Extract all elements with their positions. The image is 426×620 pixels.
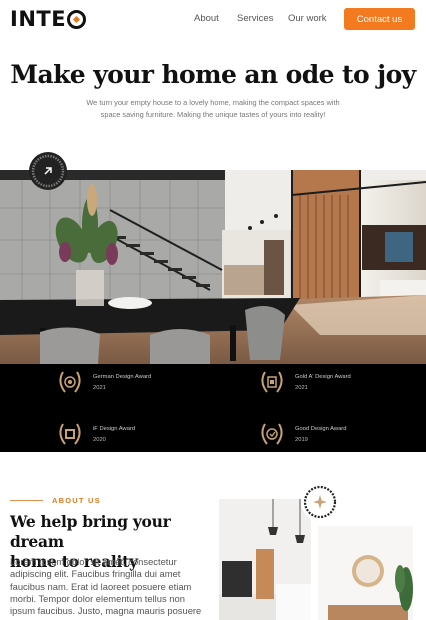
contact-us-button[interactable]: Contact us <box>344 8 415 30</box>
award-item: iF Design Award 2020 <box>55 419 135 449</box>
site-header: INTE About Services Our work Contact us <box>0 0 426 38</box>
hero-subtitle-line: space saving furniture. Making the uniqu… <box>100 110 326 119</box>
laurel-wreath-icon <box>59 371 81 393</box>
get-in-touch-badge[interactable] <box>29 152 67 190</box>
award-name: Good Design Award <box>295 425 347 432</box>
logo[interactable]: INTE <box>10 7 87 31</box>
about-body-text: Lorem ipsum dolor sit amet, consectetur … <box>10 556 212 617</box>
nav-link-about[interactable]: About <box>194 13 219 24</box>
about-body-line: adipiscing elit. Faucibus fringilla dui … <box>10 568 181 580</box>
hero-interior-photo <box>0 170 426 364</box>
about-section-label: ABOUT US <box>52 496 101 505</box>
about-title-line: We help bring your dream <box>10 512 171 551</box>
award-year: 2020 <box>93 436 106 443</box>
award-item: Gold A' Design Award 2021 <box>257 367 351 397</box>
arrow-up-right-icon <box>44 167 52 175</box>
laurel-wreath-icon <box>59 423 81 445</box>
laurel-wreath-icon <box>261 423 283 445</box>
about-body-line: morbi. Tempor dolor elementum tellus non <box>10 592 185 604</box>
nav-link-our-work[interactable]: Our work <box>288 13 327 24</box>
award-year: 2021 <box>93 384 106 391</box>
award-name: iF Design Award <box>93 425 136 432</box>
hero-title: Make your home an ode to joy <box>10 60 416 89</box>
about-body-line: faucibus nam. Erat id laoreet posuere et… <box>10 580 192 592</box>
design-stamp-icon <box>301 483 339 521</box>
laurel-wreath-icon <box>261 371 283 393</box>
nav-link-services[interactable]: Services <box>237 13 273 24</box>
logo-text-inte: INTE <box>10 7 67 31</box>
about-body-line: ipsum faucibus. Justo, magna mauris posu… <box>10 605 202 617</box>
award-item: German Design Award 2021 <box>55 367 151 397</box>
awards-section: German Design Award 2021 Gold A' Design … <box>0 364 426 452</box>
about-label-divider <box>10 500 43 501</box>
hero-subtitle-line: We turn your empty house to a lovely hom… <box>86 98 340 107</box>
award-year: 2021 <box>295 384 308 391</box>
hero-subtitle: We turn your empty house to a lovely hom… <box>70 97 356 121</box>
award-year: 2019 <box>295 436 308 443</box>
award-name: German Design Award <box>93 373 152 380</box>
logo-o-mark-icon <box>67 9 87 29</box>
award-name: Gold A' Design Award <box>295 373 351 380</box>
award-item: Good Design Award 2019 <box>257 419 346 449</box>
about-body-line: Lorem ipsum dolor sit amet, consectetur <box>10 556 177 567</box>
